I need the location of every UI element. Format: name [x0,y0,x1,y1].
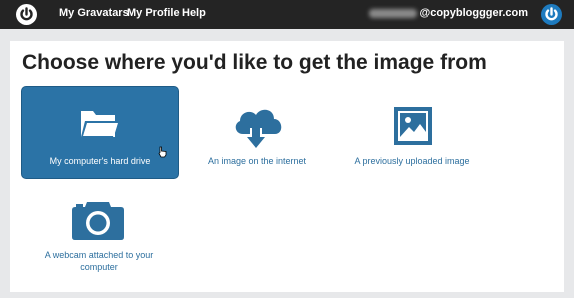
option-label: A previously uploaded image [354,156,470,166]
option-image-on-internet[interactable]: An image on the internet [196,86,318,177]
option-previously-uploaded[interactable]: A previously uploaded image [342,86,482,177]
page-title: Choose where you'd like to get the image… [22,51,487,74]
camera-icon [71,198,125,245]
gravatar-avatar-icon[interactable] [541,4,562,25]
cloud-download-icon [231,104,285,155]
nav-help[interactable]: Help [182,7,206,19]
nav-my-gravatars[interactable]: My Gravatars [59,7,129,19]
option-label: An image on the internet [207,156,307,166]
account-email[interactable]: @copybloggger.com [369,7,528,19]
option-label: My computer's hard drive [49,156,151,166]
pointer-cursor-icon [158,145,168,163]
redacted-email-user [369,8,418,18]
option-computer-hard-drive[interactable]: My computer's hard drive [21,86,179,179]
email-domain: @copybloggger.com [419,7,528,19]
option-label: A webcam attached to your computer [44,250,154,272]
nav-my-profile[interactable]: My Profile [127,7,180,19]
gravatar-logo-icon[interactable] [16,4,37,25]
top-navigation-bar: My Gravatars My Profile Help @copybloggg… [0,0,574,29]
image-source-panel: Choose where you'd like to get the image… [10,41,564,292]
option-webcam[interactable]: A webcam attached to your computer [38,193,160,283]
image-icon [394,107,432,150]
folder-icon [79,107,119,144]
